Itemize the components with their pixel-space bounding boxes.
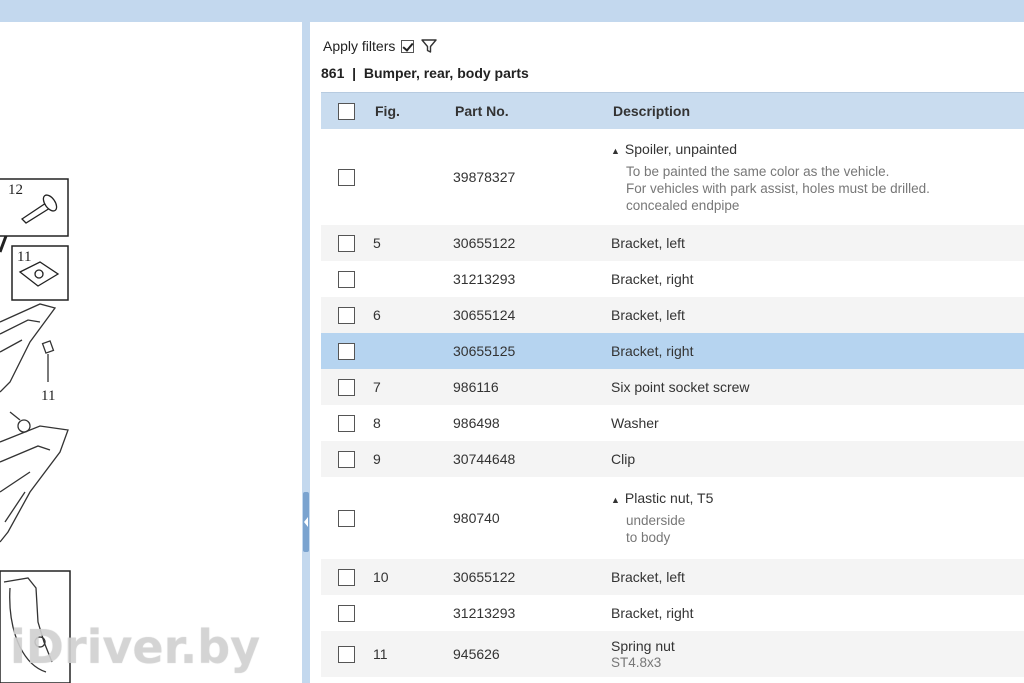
table-row[interactable]: 39878327 ▲ Spoiler, unpainted To be painted…: [321, 129, 1024, 225]
description-cell: Spring nut ST4.8x3: [611, 638, 1024, 671]
row-checkbox[interactable]: [337, 414, 355, 432]
description-cell: Bracket, right: [611, 343, 1024, 359]
part-number[interactable]: 980740: [453, 510, 611, 526]
table-row[interactable]: 30655125 Bracket, right: [321, 333, 1024, 369]
column-header-part-no[interactable]: Part No.: [455, 103, 613, 119]
row-checkbox[interactable]: [337, 234, 355, 252]
part-number[interactable]: 986498: [453, 415, 611, 431]
parts-diagram-panel[interactable]: 12 11 11: [0, 22, 302, 683]
description-title: Bracket, right: [611, 343, 694, 359]
table-row[interactable]: 11 945626 Spring nut ST4.8x3: [321, 631, 1024, 677]
apply-filters-checkbox[interactable]: [401, 39, 415, 53]
description-cell: Bracket, left: [611, 235, 1024, 251]
description-note: underside: [626, 513, 686, 528]
description-cell: Bracket, right: [611, 605, 1024, 621]
diagram-label-11[interactable]: 11: [41, 388, 55, 405]
description-cell: ▲ Spoiler, unpainted To be painted the sam…: [611, 141, 1024, 214]
description-cell: Bracket, right: [611, 271, 1024, 287]
row-checkbox[interactable]: [337, 645, 355, 663]
description-note: concealed endpipe: [626, 197, 740, 213]
table-row[interactable]: 31213293 Bracket, right: [321, 261, 1024, 297]
apply-filters-label: Apply filters: [323, 38, 396, 54]
description-note: to body: [626, 530, 671, 545]
top-toolbar: [0, 0, 1024, 22]
watermark-logo: iDriver.by: [10, 620, 261, 674]
part-number[interactable]: 986116: [453, 379, 611, 395]
part-number[interactable]: 30744648: [453, 451, 611, 467]
description-note: To be painted the same color as the vehi…: [626, 163, 890, 179]
select-all-checkbox[interactable]: [337, 102, 355, 120]
part-number[interactable]: 945626: [453, 646, 611, 662]
table-row[interactable]: 980740 ▲ Plastic nut, T5 underside to body: [321, 477, 1024, 559]
description-title: Plastic nut, T5: [624, 490, 714, 506]
callout-number-11[interactable]: 11: [17, 249, 31, 266]
description-title: Spring nut: [611, 637, 675, 654]
description-cell: Clip: [611, 451, 1024, 467]
parts-diagram: [0, 178, 71, 683]
row-checkbox[interactable]: [337, 568, 355, 586]
table-row[interactable]: 7 986116 Six point socket screw: [321, 369, 1024, 405]
description-cell: ▲ Plastic nut, T5 underside to body: [611, 490, 1024, 546]
bumper-sketch: [0, 303, 69, 543]
table-row[interactable]: 6 30655124 Bracket, left: [321, 297, 1024, 333]
fig-number: 9: [373, 451, 381, 467]
description-title: Bracket, left: [611, 307, 685, 323]
description-cell: Bracket, left: [611, 569, 1024, 585]
table-header: Fig. Part No. Description: [321, 93, 1024, 129]
filter-row: Apply filters: [323, 36, 438, 56]
part-number[interactable]: 30655124: [453, 307, 611, 323]
parts-table: Fig. Part No. Description 39878327 ▲ Spoil…: [321, 92, 1024, 677]
fig-number: 8: [373, 415, 381, 431]
row-checkbox[interactable]: [337, 604, 355, 622]
description-title: Washer: [611, 415, 659, 431]
description-note: ST4.8x3: [611, 654, 662, 670]
row-checkbox[interactable]: [337, 378, 355, 396]
fig-number: 11: [373, 646, 388, 662]
table-row[interactable]: 8 986498 Washer: [321, 405, 1024, 441]
description-cell: Bracket, left: [611, 307, 1024, 323]
panel-splitter[interactable]: [302, 22, 310, 683]
parts-list-panel: Apply filters 861 | Bumper, rear, body p…: [310, 22, 1024, 683]
table-row[interactable]: 10 30655122 Bracket, left: [321, 559, 1024, 595]
callout-number-12[interactable]: 12: [8, 182, 23, 199]
part-number[interactable]: 30655122: [453, 569, 611, 585]
part-number[interactable]: 31213293: [453, 271, 611, 287]
part-number[interactable]: 30655122: [453, 235, 611, 251]
part-number[interactable]: 39878327: [453, 169, 611, 185]
fig-number: 7: [373, 379, 381, 395]
description-note: For vehicles with park assist, holes mus…: [626, 180, 930, 196]
filter-icon[interactable]: [420, 37, 438, 55]
row-checkbox[interactable]: [337, 306, 355, 324]
fig-number: 5: [373, 235, 381, 251]
collapse-panel-handle[interactable]: [303, 492, 309, 552]
part-number[interactable]: 31213293: [453, 605, 611, 621]
fig-number: 10: [373, 569, 389, 585]
row-checkbox[interactable]: [337, 450, 355, 468]
description-title: Bracket, right: [611, 271, 694, 287]
row-checkbox[interactable]: [337, 168, 355, 186]
description-title: Bracket, left: [611, 569, 685, 585]
description-cell: Washer: [611, 415, 1024, 431]
fig-number: 6: [373, 307, 381, 323]
column-header-description[interactable]: Description: [613, 103, 1024, 119]
description-title: Bracket, right: [611, 605, 694, 621]
row-checkbox[interactable]: [337, 509, 355, 527]
expand-triangle-icon[interactable]: ▲: [611, 146, 620, 156]
row-checkbox[interactable]: [337, 270, 355, 288]
row-checkbox[interactable]: [337, 342, 355, 360]
part-number[interactable]: 30655125: [453, 343, 611, 359]
section-title: 861 | Bumper, rear, body parts: [321, 65, 529, 81]
table-row[interactable]: 9 30744648 Clip: [321, 441, 1024, 477]
description-title: Bracket, left: [611, 235, 685, 251]
table-row[interactable]: 5 30655122 Bracket, left: [321, 225, 1024, 261]
column-header-fig[interactable]: Fig.: [371, 103, 455, 119]
expand-triangle-icon[interactable]: ▲: [611, 495, 620, 505]
description-title: Clip: [611, 451, 636, 467]
table-body: 39878327 ▲ Spoiler, unpainted To be painted…: [321, 129, 1024, 677]
description-title: Six point socket screw: [611, 379, 750, 395]
description-cell: Six point socket screw: [611, 379, 1024, 395]
description-title: Spoiler, unpainted: [624, 140, 738, 157]
table-row[interactable]: 31213293 Bracket, right: [321, 595, 1024, 631]
